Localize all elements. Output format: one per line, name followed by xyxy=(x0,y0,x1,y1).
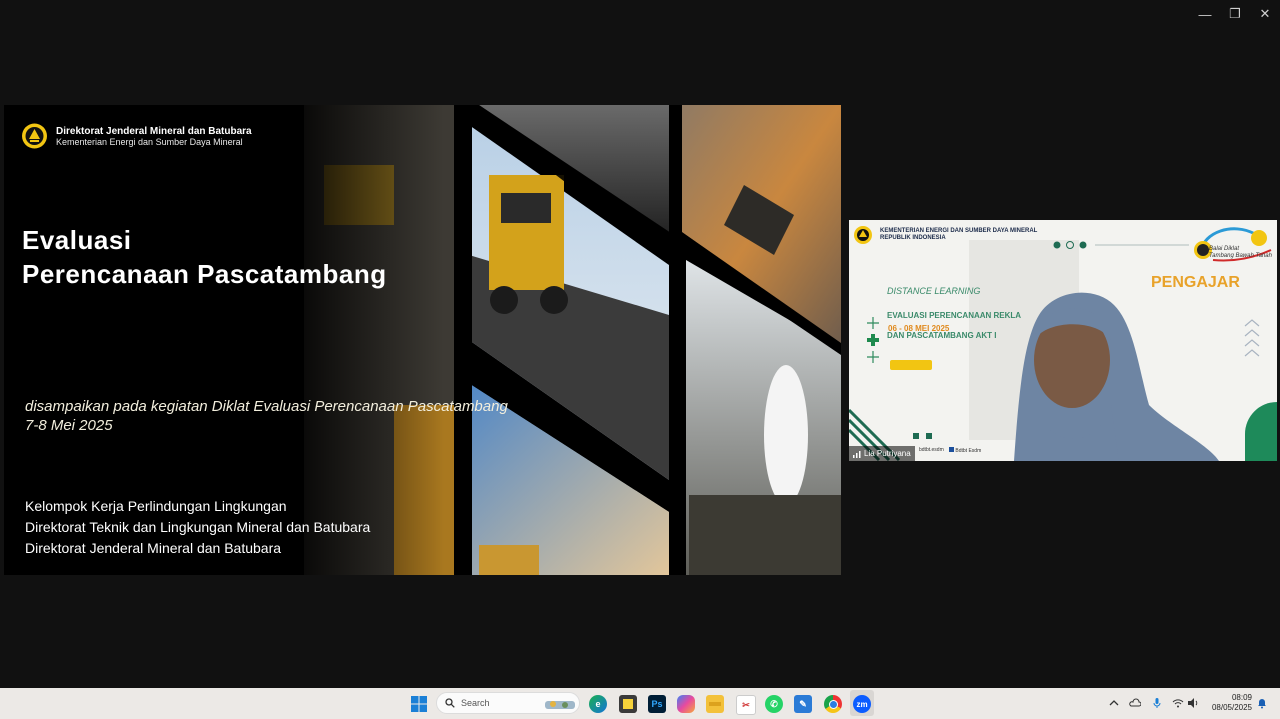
social-facebook: Bdtbt Esdm xyxy=(949,447,981,454)
footer-line3: Direktorat Jenderal Mineral dan Batubara xyxy=(25,540,282,556)
chrome-icon[interactable] xyxy=(824,695,842,713)
volume-icon[interactable] xyxy=(1187,697,1199,709)
onedrive-icon[interactable] xyxy=(1129,697,1141,709)
slide-title-line2: Perencanaan Pascatambang xyxy=(22,259,387,289)
taskbar: Search e Ps ✂ ✆ ✎ zm 08:09 08/05/2025 xyxy=(0,688,1280,719)
notification-bell-icon[interactable] xyxy=(1256,697,1268,709)
distance-learning-label: DISTANCE LEARNING xyxy=(887,286,981,296)
balai-diklat-text: Balai Diklat Tambang Bawah Tanah xyxy=(1209,246,1272,260)
course-line1: EVALUASI PERENCANAAN REKLA xyxy=(887,311,1022,320)
sticky-notes-icon[interactable] xyxy=(619,695,637,713)
esdm-logo-icon xyxy=(22,123,47,149)
search-placeholder: Search xyxy=(461,698,490,708)
search-highlight-icon xyxy=(545,701,575,709)
slide-footer: Kelompok Kerja Perlindungan Lingkungan D… xyxy=(25,496,370,559)
slide-title: Evaluasi Perencanaan Pascatambang xyxy=(22,223,387,291)
wifi-icon[interactable] xyxy=(1172,697,1184,709)
slide-subtitle: disampaikan pada kegiatan Diklat Evaluas… xyxy=(25,397,508,435)
participant-video-tile[interactable]: KEMENTERIAN ENERGI DAN SUMBER DAYA MINER… xyxy=(849,220,1277,461)
zoom-icon[interactable]: zm xyxy=(853,695,871,713)
windows-start-icon[interactable] xyxy=(411,696,427,712)
brand-line1: Balai Diklat xyxy=(1209,246,1240,252)
system-clock[interactable]: 08:09 08/05/2025 xyxy=(1204,693,1252,713)
pengajar-label: PENGAJAR xyxy=(1151,274,1240,291)
facebook-icon xyxy=(949,447,954,452)
video-ministry-text: KEMENTERIAN ENERGI DAN SUMBER DAYA MINER… xyxy=(880,228,1037,242)
photoshop-icon[interactable]: Ps xyxy=(648,695,666,713)
subtitle-line1: disampaikan pada kegiatan Diklat Evaluas… xyxy=(25,398,508,415)
social-facebook-label: Bdtbt Esdm xyxy=(955,448,982,454)
participant-name: Lia Putriyana xyxy=(864,449,911,458)
social-instagram: bdtbt.esdm xyxy=(919,447,944,453)
snipping-tool-icon[interactable]: ✂ xyxy=(736,695,756,715)
paint-icon[interactable]: ✎ xyxy=(794,695,812,713)
shared-slide: Direktorat Jenderal Mineral dan Batubara… xyxy=(4,105,841,575)
brand-line2: Tambang Bawah Tanah xyxy=(1209,253,1272,259)
minimize-button[interactable]: — xyxy=(1190,0,1220,28)
footer-line2: Direktorat Teknik dan Lingkungan Mineral… xyxy=(25,519,371,535)
chevron-up-icon[interactable] xyxy=(1108,697,1120,709)
video-ministry-line1: KEMENTERIAN ENERGI DAN SUMBER DAYA MINER… xyxy=(880,228,1038,234)
taskbar-search[interactable]: Search xyxy=(436,692,580,714)
close-button[interactable]: ✕ xyxy=(1250,0,1280,28)
org-name: Direktorat Jenderal Mineral dan Batubara xyxy=(56,126,252,137)
restore-button[interactable]: ❐ xyxy=(1220,0,1250,28)
participant-name-tag: Lia Putriyana xyxy=(849,446,915,461)
window-controls: — ❐ ✕ xyxy=(1190,0,1280,28)
whatsapp-icon[interactable]: ✆ xyxy=(765,695,783,713)
course-date: 06 - 08 MEI 2025 xyxy=(888,324,950,333)
video-ministry-line2: REPUBLIK INDONESIA xyxy=(880,235,946,241)
clock-time: 08:09 xyxy=(1231,693,1252,702)
copilot-icon[interactable] xyxy=(677,695,695,713)
signal-bars-icon xyxy=(853,450,861,458)
edge-icon[interactable]: e xyxy=(589,695,607,713)
microphone-icon[interactable] xyxy=(1151,697,1163,709)
ministry-name: Kementerian Energi dan Sumber Daya Miner… xyxy=(56,137,243,147)
slide-title-line1: Evaluasi xyxy=(22,225,132,255)
clock-date: 08/05/2025 xyxy=(1211,703,1252,712)
search-icon xyxy=(445,698,455,708)
file-explorer-icon[interactable] xyxy=(706,695,724,713)
footer-line1: Kelompok Kerja Perlindungan Lingkungan xyxy=(25,498,287,514)
subtitle-line2: 7-8 Mei 2025 xyxy=(25,417,113,434)
esdm-small-logo-icon xyxy=(854,226,872,244)
